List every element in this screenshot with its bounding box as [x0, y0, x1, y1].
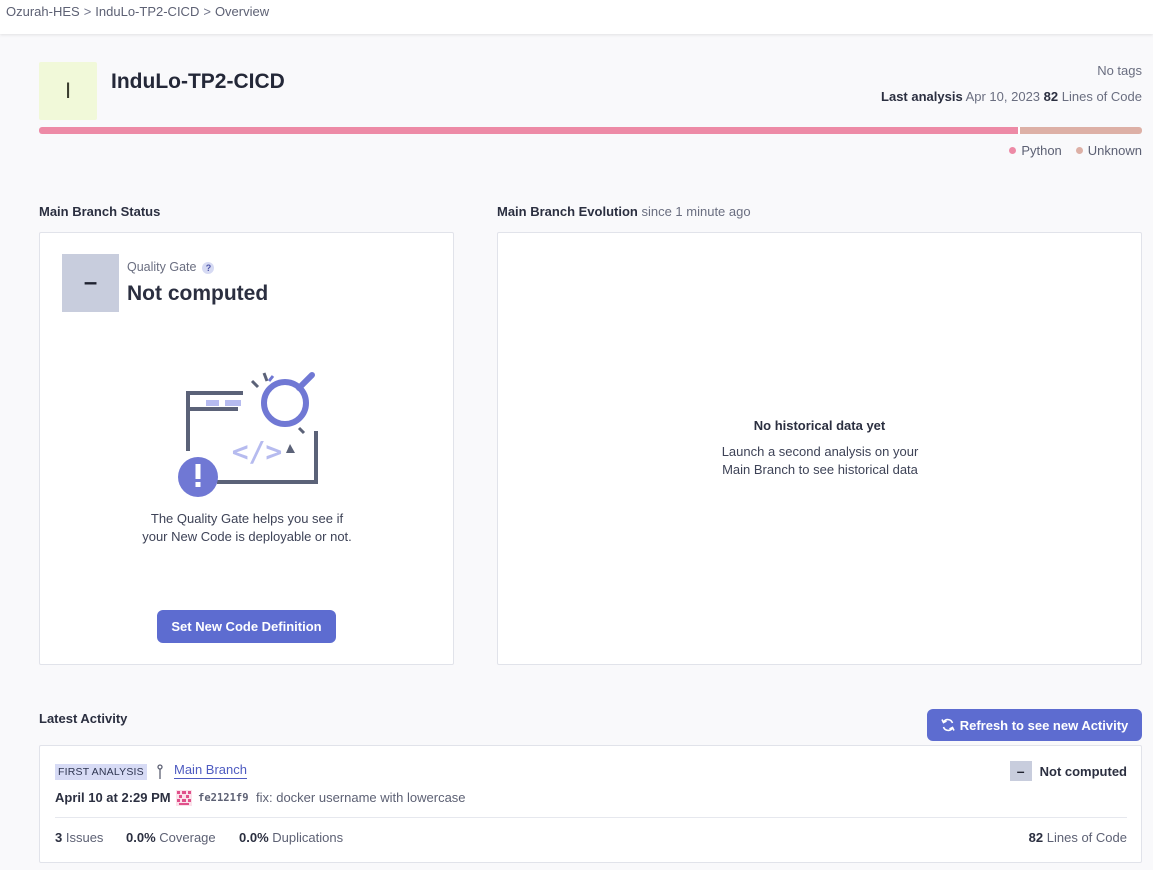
loc-label: Lines of Code [1061, 89, 1142, 104]
last-analysis-info: Last analysis Apr 10, 2023 82 Lines of C… [881, 89, 1142, 104]
metric-duplications-value: 0.0% [239, 830, 269, 845]
metric-issues-value: 3 [55, 830, 63, 845]
metric-duplications-label: Duplications [272, 830, 344, 845]
evolution-section-title: Main Branch Evolution since 1 minute ago [497, 204, 751, 219]
quality-gate-status-box: – [62, 254, 119, 312]
language-bar-unknown [1020, 127, 1142, 134]
activity-date: April 10 at 2:29 PM [55, 790, 171, 805]
legend-item-unknown: Unknown [1075, 143, 1142, 158]
activity-divider [55, 817, 1127, 818]
quality-gate-description: The Quality Gate helps you see if your N… [142, 511, 352, 544]
breadcrumb-org[interactable]: Ozurah-HES [6, 4, 80, 19]
language-bar-python [39, 127, 1018, 134]
metric-issues-label: Issues [65, 830, 104, 845]
activity-gate-box: – [1009, 761, 1032, 781]
breadcrumb-page[interactable]: Overview [215, 4, 269, 19]
quality-gate-label: Quality Gate [127, 260, 197, 274]
language-legend: Python Unknown [1009, 143, 1142, 158]
project-tags[interactable]: No tags [1097, 63, 1142, 78]
metric-coverage[interactable]: 0.0% Coverage [126, 830, 216, 845]
first-analysis-badge: FIRST ANALYSIS [55, 764, 147, 780]
commit-hash[interactable]: fe2121f9 [198, 792, 249, 804]
metric-coverage-label: Coverage [159, 830, 216, 845]
branch-link[interactable]: Main Branch [174, 762, 247, 779]
activity-section-title: Latest Activity [39, 711, 128, 726]
activity-gate-status: – Not computed [1009, 761, 1127, 781]
legend-dot-unknown [1075, 147, 1083, 155]
breadcrumb-separator: > [83, 4, 92, 19]
no-history-title: No historical data yet [753, 418, 886, 433]
refresh-activity-label: Refresh to see new Activity [959, 717, 1129, 733]
last-analysis-label: Last analysis [881, 89, 963, 104]
metric-loc-label: Lines of Code [1046, 830, 1127, 845]
language-distribution-bar [39, 127, 1142, 134]
quality-gate-status: Not computed [127, 282, 269, 305]
legend-item-python: Python [1009, 143, 1062, 158]
project-avatar: I [39, 62, 97, 120]
svg-text:</>: </> [232, 435, 283, 468]
commit-message: fix: docker username with lowercase [256, 790, 466, 805]
metric-issues[interactable]: 3 Issues [55, 830, 103, 845]
breadcrumb-project[interactable]: InduLo-TP2-CICD [95, 4, 199, 19]
branch-icon [157, 764, 163, 779]
evolution-title: Main Branch Evolution [497, 204, 638, 219]
legend-label-python: Python [1021, 143, 1062, 158]
quality-gate-label-row: Quality Gate? [127, 260, 215, 274]
set-new-code-definition-button[interactable]: Set New Code Definition [157, 610, 336, 643]
loc-count: 82 [1043, 89, 1059, 104]
refresh-icon [940, 718, 955, 732]
commit-avatar-icon [176, 790, 192, 806]
project-title: InduLo-TP2-CICD [111, 70, 285, 93]
last-analysis-date: Apr 10, 2023 [965, 89, 1041, 104]
metric-lines-of-code[interactable]: 82 Lines of Code [1029, 830, 1127, 845]
evolution-since: since 1 minute ago [641, 204, 751, 219]
quality-gate-illustration: </> [173, 371, 323, 504]
evolution-card: No historical data yet Launch a second a… [497, 232, 1142, 665]
status-section-title: Main Branch Status [39, 204, 161, 219]
metric-coverage-value: 0.0% [126, 830, 156, 845]
metric-loc-value: 82 [1028, 830, 1044, 845]
legend-dot-python [1009, 147, 1017, 155]
top-bar: Ozurah-HES > InduLo-TP2-CICD > Overview [0, 0, 1153, 34]
breadcrumb: Ozurah-HES > InduLo-TP2-CICD > Overview [6, 4, 269, 19]
help-icon[interactable]: ? [202, 261, 215, 274]
breadcrumb-separator: > [203, 4, 211, 19]
no-history-text: Launch a second analysis on your Main Br… [721, 444, 919, 477]
refresh-activity-button[interactable]: Refresh to see new Activity [927, 709, 1142, 741]
legend-label-unknown: Unknown [1087, 143, 1142, 158]
quality-gate-card: – Quality Gate? Not computed </> The Qua… [39, 232, 454, 665]
activity-card: FIRST ANALYSIS Main Branch – Not compute… [39, 745, 1142, 863]
metric-duplications[interactable]: 0.0% Duplications [239, 830, 343, 845]
activity-gate-label: Not computed [1039, 763, 1127, 779]
